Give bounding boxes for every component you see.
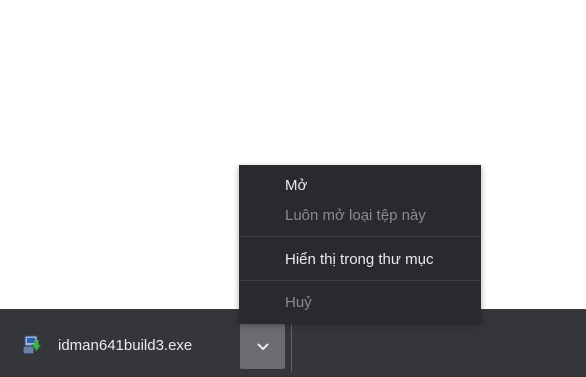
menu-separator: [239, 280, 481, 281]
browser-page: Mở Luôn mở loại tệp này Hiển thị trong t…: [0, 0, 586, 377]
idm-installer-icon: [22, 335, 42, 355]
menu-item-always-open: Luôn mở loại tệp này: [285, 207, 426, 224]
menu-item-show-in-folder[interactable]: Hiển thị trong thư mục: [239, 248, 481, 272]
download-options-button[interactable]: [240, 324, 285, 369]
menu-item-open[interactable]: Mở: [239, 174, 481, 198]
menu-separator: [239, 236, 481, 237]
menu-item-cancel: Huỷ: [285, 294, 312, 311]
shelf-divider: [291, 322, 292, 372]
download-file-name: idman641build3.exe: [58, 337, 193, 354]
chevron-down-icon: [257, 343, 268, 350]
download-context-menu: Mở Luôn mở loại tệp này Hiển thị trong t…: [239, 165, 481, 323]
